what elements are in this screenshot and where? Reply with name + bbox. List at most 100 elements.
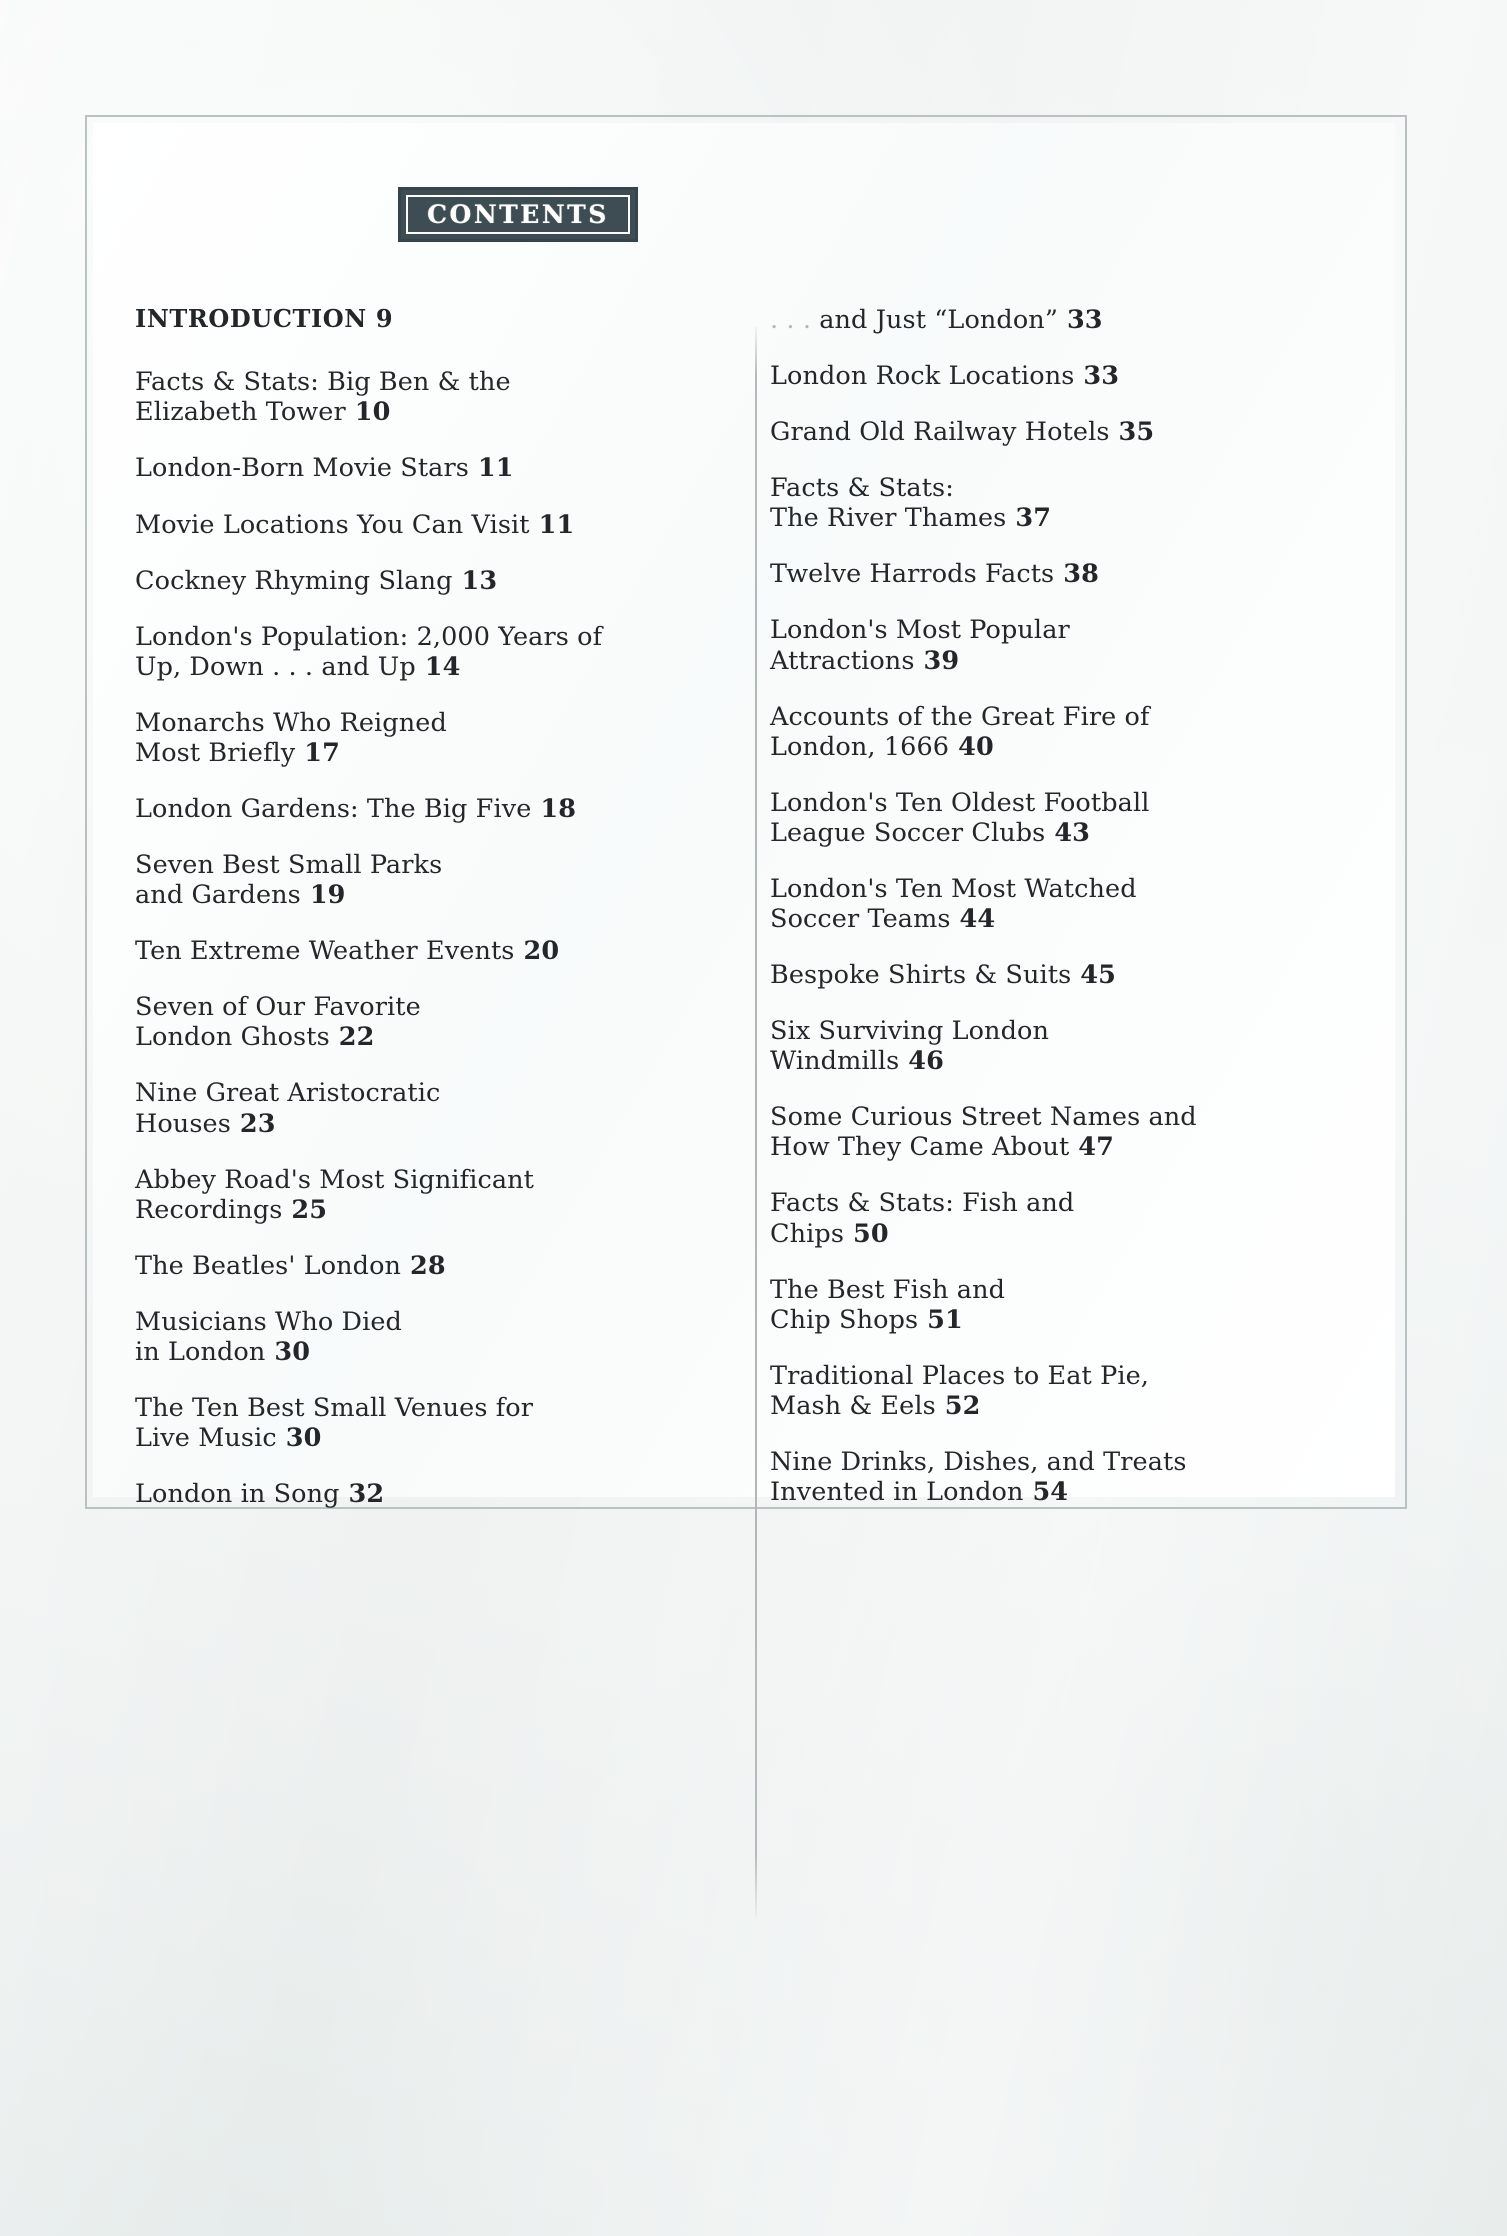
toc-entry-page-number: 25 [282,1194,328,1225]
toc-entry[interactable]: Facts & Stats: Fish and Chips 50 [770,1188,1340,1248]
toc-entry[interactable]: Seven Best Small Parks and Gardens 19 [135,850,695,910]
toc-entry-title: London in Song [135,1479,340,1510]
toc-entry-page-number: 20 [514,936,560,967]
toc-entry[interactable]: The Best Fish and Chip Shops 51 [770,1275,1340,1335]
toc-entry-page-number: 19 [300,880,346,911]
toc-entry[interactable]: Ten Extreme Weather Events 20 [135,936,695,966]
toc-entry-continuation-ellipsis: . . . [770,305,820,335]
contents-title-plate: CONTENTS [398,187,638,242]
toc-entry-page-number: 43 [1045,817,1091,848]
toc-entry-title: Facts & Stats: Fish and Chips [770,1188,1075,1249]
toc-entry[interactable]: Seven of Our Favorite London Ghosts 22 [135,992,695,1052]
toc-entry[interactable]: INTRODUCTION 9 [135,304,695,333]
toc-entry[interactable]: Monarchs Who Reigned Most Briefly 17 [135,708,695,768]
toc-entry[interactable]: London Gardens: The Big Five 18 [135,794,695,824]
toc-entry-title: Facts & Stats: The River Thames [770,473,1007,534]
toc-entry-page-number: 18 [531,794,577,825]
toc-entry-title: Ten Extreme Weather Events [135,936,515,967]
toc-entry[interactable]: Facts & Stats: The River Thames 37 [770,473,1340,533]
toc-entry[interactable]: Accounts of the Great Fire of London, 16… [770,702,1340,762]
toc-entry[interactable]: Traditional Places to Eat Pie, Mash & Ee… [770,1361,1340,1421]
toc-entry-page-number: 28 [401,1250,446,1281]
toc-entry-title: Seven of Our Favorite London Ghosts [135,992,421,1053]
toc-entry[interactable]: Bespoke Shirts & Suits 45 [770,960,1340,990]
toc-entry-page-number: 11 [529,509,575,540]
toc-entry-page-number: 46 [899,1046,944,1077]
toc-entry-page-number: 13 [452,565,498,596]
toc-entry-page-number: 32 [339,1479,385,1510]
toc-entry-page-number: 37 [1006,503,1052,534]
toc-entry[interactable]: London's Population: 2,000 Years of Up, … [135,622,695,682]
toc-entry[interactable]: Abbey Road's Most Significant Recordings… [135,1165,695,1225]
toc-entry-title: The Ten Best Small Venues for Live Music [135,1393,533,1454]
toc-entry-page-number: 40 [949,731,994,762]
toc-entry-title: Seven Best Small Parks and Gardens [135,850,443,911]
toc-entry-title: London-Born Movie Stars [135,453,469,484]
toc-entry-page-number: 11 [468,453,514,484]
toc-entry-page-number: 52 [935,1390,981,1421]
toc-entry-page-number: 30 [276,1423,322,1454]
toc-entry-title: The Beatles' London [135,1250,402,1281]
toc-entry[interactable]: London's Most Popular Attractions 39 [770,615,1340,675]
toc-entry-title: Abbey Road's Most Significant Recordings [135,1164,535,1225]
toc-entry[interactable]: Grand Old Railway Hotels 35 [770,417,1340,447]
toc-entry-page-number: 17 [295,737,340,768]
toc-entry-title: Twelve Harrods Facts [770,559,1055,590]
toc-entry-page-number: 51 [918,1304,963,1335]
toc-entry-title: Bespoke Shirts & Suits [770,960,1072,991]
toc-column-left: INTRODUCTION 9 Facts & Stats: Big Ben & t… [135,304,695,1535]
toc-entry[interactable]: London Rock Locations 33 [770,361,1340,391]
toc-entry-page-number: 30 [265,1336,311,1367]
toc-entry[interactable]: Nine Great Aristocratic Houses 23 [135,1078,695,1138]
toc-entry[interactable]: London in Song 32 [135,1479,695,1509]
toc-entry[interactable]: Twelve Harrods Facts 38 [770,559,1340,589]
toc-entry-page-number: 14 [415,651,461,682]
toc-entry[interactable]: Some Curious Street Names and How They C… [770,1102,1340,1162]
toc-entry-title: Movie Locations You Can Visit [135,509,530,540]
toc-entry-page-number: 23 [230,1108,276,1139]
toc-entry-page-number: 35 [1109,417,1155,448]
toc-entry-title: London's Population: 2,000 Years of Up, … [135,621,603,682]
toc-entry-title: Nine Drinks, Dishes, and Treats Invented… [770,1446,1187,1508]
toc-entry-page-number: 50 [844,1218,889,1249]
toc-entry-title: Monarchs Who Reigned Most Briefly [135,707,447,768]
toc-entry-title: Grand Old Railway Hotels [770,417,1110,448]
toc-entry-title: and Just “London” [819,305,1058,335]
toc-entry-page-number: 10 [345,397,391,428]
toc-entry-page-number: 45 [1071,960,1116,991]
toc-entry[interactable]: Movie Locations You Can Visit 11 [135,510,695,540]
toc-entry-page-number: 33 [1074,361,1120,392]
toc-entry[interactable]: Facts & Stats: Big Ben & the Elizabeth T… [135,367,695,427]
toc-entry[interactable]: London-Born Movie Stars 11 [135,453,695,483]
contents-page: CONTENTS INTRODUCTION 9 Facts & Stats: Bi… [85,115,1403,1917]
toc-entry-page-number: 47 [1069,1132,1114,1163]
toc-entry-title: Some Curious Street Names and How They C… [770,1102,1197,1163]
toc-column-right: . . . and Just “London” 33 London Rock Lo… [770,305,1340,1533]
toc-entry[interactable]: Six Surviving London Windmills 46 [770,1016,1340,1076]
toc-entry[interactable]: Cockney Rhyming Slang 13 [135,566,695,596]
toc-entry-title: London Gardens: The Big Five [135,794,532,825]
toc-entry-title: The Best Fish and Chip Shops [770,1274,1006,1335]
toc-entry[interactable]: London's Ten Most Watched Soccer Teams 4… [770,874,1340,934]
toc-entry-page-number: 33 [1057,305,1103,335]
toc-entry[interactable]: The Beatles' London 28 [135,1251,695,1281]
toc-entry-title: Nine Great Aristocratic Houses [135,1078,441,1139]
toc-entry[interactable]: The Ten Best Small Venues for Live Music… [135,1393,695,1453]
toc-entry-title: London Rock Locations [770,361,1075,392]
toc-entry-title: INTRODUCTION [135,304,367,333]
toc-entry-page-number: 39 [914,645,960,676]
toc-entry-page-number: 9 [366,304,394,333]
toc-entry-title: London's Ten Oldest Football League Socc… [770,787,1150,848]
toc-entry-page-number: 38 [1054,559,1099,590]
toc-entry[interactable]: . . . and Just “London” 33 [770,305,1340,335]
toc-entry[interactable]: London's Ten Oldest Football League Socc… [770,788,1340,848]
toc-entry-page-number: 22 [329,1022,375,1053]
toc-entry[interactable]: Nine Drinks, Dishes, and Treats Invented… [770,1447,1340,1507]
toc-entry-page-number: 44 [950,904,996,935]
toc-entry-title: Cockney Rhyming Slang [135,565,453,596]
toc-entry-page-number: 54 [1023,1477,1069,1508]
toc-entry[interactable]: Musicians Who Died in London 30 [135,1307,695,1367]
toc-entry-title: Facts & Stats: Big Ben & the Elizabeth T… [135,367,511,428]
column-divider-rule [755,327,757,1917]
page-title: CONTENTS [427,200,609,229]
